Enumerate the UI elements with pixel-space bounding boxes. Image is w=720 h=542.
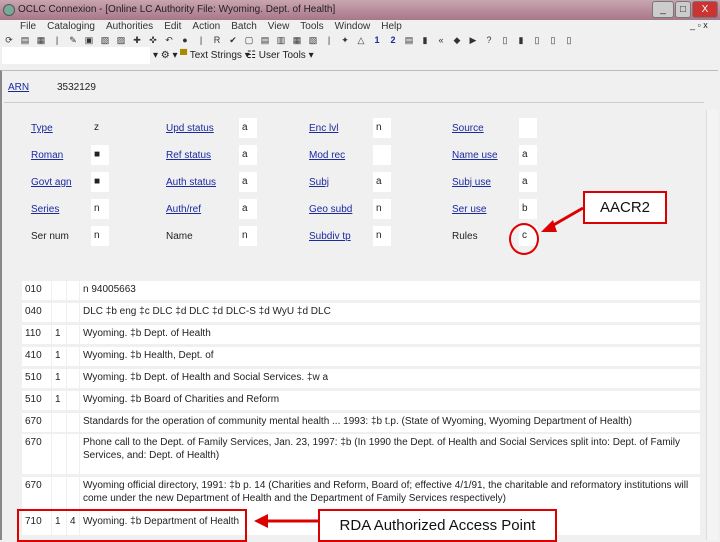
arrow-head-icon — [541, 220, 557, 232]
arrow-head-icon — [254, 514, 268, 528]
arrow-line — [549, 206, 584, 229]
annotation-arrows — [254, 206, 584, 528]
